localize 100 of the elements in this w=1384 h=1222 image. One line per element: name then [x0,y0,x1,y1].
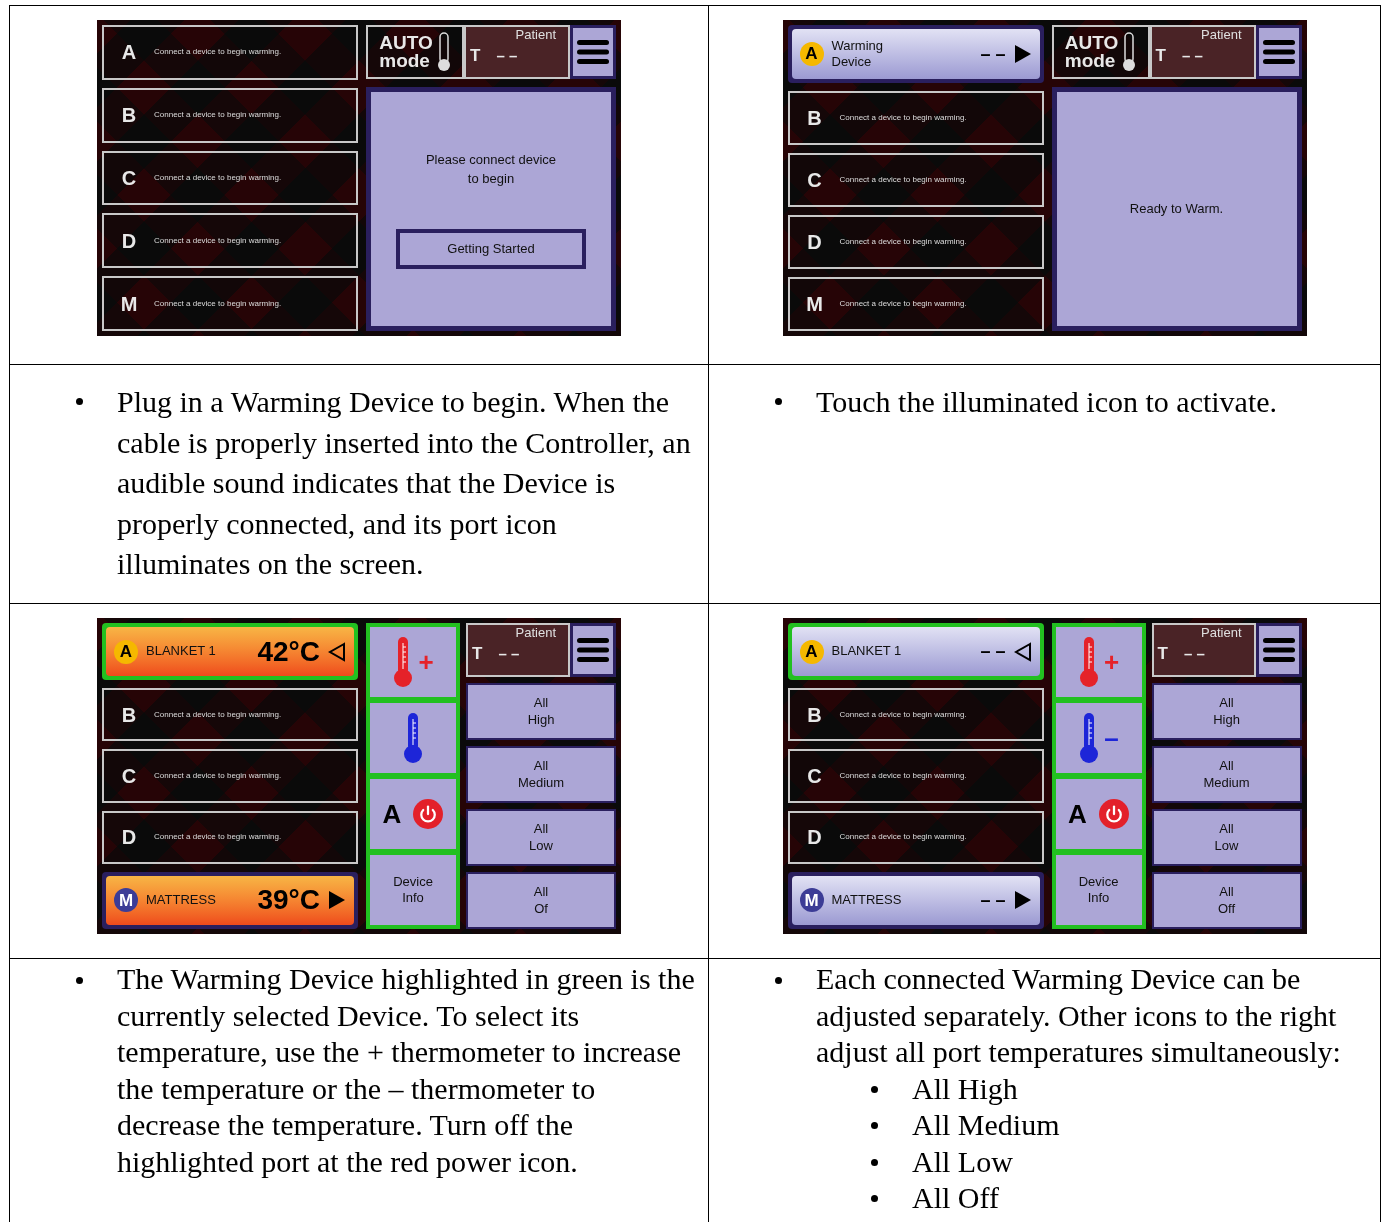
empty-port-row[interactable]: D Connect a device to begin warming. [787,215,1044,269]
device-info-button[interactable]: Device Info [370,855,456,925]
device-port-button[interactable]: M MATTRESS 39°C [106,875,354,925]
bullet-icon [775,977,782,984]
device-temperature: 39°C [256,883,320,918]
port-letter: B [806,702,823,728]
empty-port-row[interactable]: D Connect a device to begin warming. [102,213,358,269]
sign-symbol: + [418,645,434,679]
decrease-temperature-button[interactable]: – [1055,703,1142,773]
port-letter-badge: A [799,639,824,664]
port-message: Connect a device to begin warming. [154,831,282,844]
all-ports-button[interactable]: All Off [1151,872,1302,929]
patient-temperature-value: – – [1181,45,1203,66]
auto-mode-box[interactable]: AUTO mode [1051,25,1150,79]
device-port-button[interactable]: A BLANKET 1 42°C [106,627,354,677]
patient-temperature-value: – – [498,643,520,664]
device-port-button[interactable]: A BLANKET 1 – – [791,627,1040,677]
menu-icon [577,637,609,663]
device-info-button[interactable]: Device Info [1055,855,1142,925]
status-message: Please connect device to begin [425,150,557,188]
port-letter: D [120,228,138,254]
menu-button[interactable] [1255,25,1302,79]
paragraph: The Warming Device highlighted in green is the currently selected Device. To select its temperature, use the + thermometer to increase the temperature or the – thermometer to decrease the temperature. Turn off the highlighted port at the red power icon. [117,961,696,1180]
port-letter-badge: M [799,888,824,913]
empty-port-row[interactable]: B Connect a device to begin warming. [102,688,358,742]
bullet-icon [76,977,83,984]
list-item: All Off [912,1180,999,1216]
list-item: All Medium [912,1107,1060,1143]
empty-port-row[interactable]: C Connect a device to begin warming. [102,150,358,206]
all-ports-button[interactable]: All Medium [1151,746,1302,803]
menu-icon [577,39,609,65]
port-letter-badge: M [114,888,138,913]
port-power-button[interactable]: A [370,779,456,849]
empty-port-row[interactable]: B Connect a device to begin warming. [102,87,358,143]
port-letter: C [120,166,138,191]
status-message: Ready to Warm. [1128,200,1225,219]
patient-label: Patient [1200,27,1243,44]
port-message: Connect a device to begin warming. [839,831,967,844]
all-ports-button[interactable]: All High [1151,683,1302,740]
device-port-button[interactable]: M MATTRESS – – [791,875,1040,925]
patient-temperature-value: – – [1183,643,1205,664]
all-ports-button[interactable]: All High [466,683,616,740]
auto-mode-box[interactable]: AUTO mode [366,25,464,79]
port-letter: C [806,168,823,193]
port-message: Connect a device to begin warming. [154,708,282,721]
menu-button[interactable] [570,623,616,677]
empty-port-row[interactable]: M Connect a device to begin warming. [102,276,358,331]
empty-port-row[interactable]: A Connect a device to begin warming. [102,25,358,80]
port-letter: A [1068,797,1087,831]
sign-symbol: + [1103,645,1120,679]
all-ports-button[interactable]: All Low [466,809,616,866]
thermometer-outline-icon [436,32,451,72]
port-letter: D [806,230,823,255]
port-letter: C [120,764,138,789]
getting-started-button[interactable]: Getting Started [396,228,586,269]
empty-port-row[interactable]: B Connect a device to begin warming. [787,91,1044,145]
port-message: Connect a device to begin warming. [154,297,282,310]
empty-port-row[interactable]: D Connect a device to begin warming. [787,810,1044,864]
decrease-temperature-button[interactable] [370,703,456,773]
port-letter-badge: A [114,639,138,664]
port-letter: M [805,292,824,317]
all-ports-button[interactable]: All Low [1151,809,1302,866]
bullet-icon [871,1195,878,1202]
bullet-icon [775,398,782,405]
thermometer-icon [392,635,415,689]
port-letter-badge: A [799,42,824,66]
port-letter: C [806,764,823,789]
menu-button[interactable] [570,25,616,79]
all-ports-button[interactable]: All Medium [466,746,616,803]
bullet-icon [76,398,83,405]
temperature-t-label: T [470,45,481,68]
port-message: Connect a device to begin warming. [839,298,967,310]
empty-port-row[interactable]: D Connect a device to begin warming. [102,810,358,864]
list-item: All High [912,1070,1018,1107]
patient-temperature-value: – – [496,45,518,66]
port-message: Connect a device to begin warming. [839,708,967,721]
device-port-button[interactable]: A Warming Device – – [791,29,1040,79]
patient-label: Patient [514,625,557,642]
port-power-button[interactable]: A [1055,779,1142,849]
sign-symbol: – [1104,721,1119,755]
thermometer-icon [402,711,424,765]
thermometer-outline-icon [1122,32,1137,72]
port-letter: B [120,103,138,129]
device-temperature: – – [979,42,1006,66]
port-letter: A [120,40,138,66]
all-ports-button[interactable]: All Of [466,872,616,929]
menu-button[interactable] [1255,623,1302,677]
empty-port-row[interactable]: C Connect a device to begin warming. [787,153,1044,207]
empty-port-row[interactable]: M Connect a device to begin warming. [787,277,1044,331]
list-item: All Low [912,1143,1013,1180]
thermometer-icon [1078,711,1101,765]
paragraph: Each connected Warming Device can be adjusted separately. Other icons to the right adjust all port temperatures simultaneously: [816,961,1342,1070]
temperature-t-label: T [1157,643,1168,666]
empty-port-row[interactable]: B Connect a device to begin warming. [787,688,1044,742]
empty-port-row[interactable]: C Connect a device to begin warming. [787,749,1044,803]
empty-port-row[interactable]: C Connect a device to begin warming. [102,749,358,803]
port-message: Connect a device to begin warming. [839,236,967,248]
bullet-icon [871,1158,878,1166]
port-message: Connect a device to begin warming. [839,174,967,186]
port-letter: M [119,291,139,317]
